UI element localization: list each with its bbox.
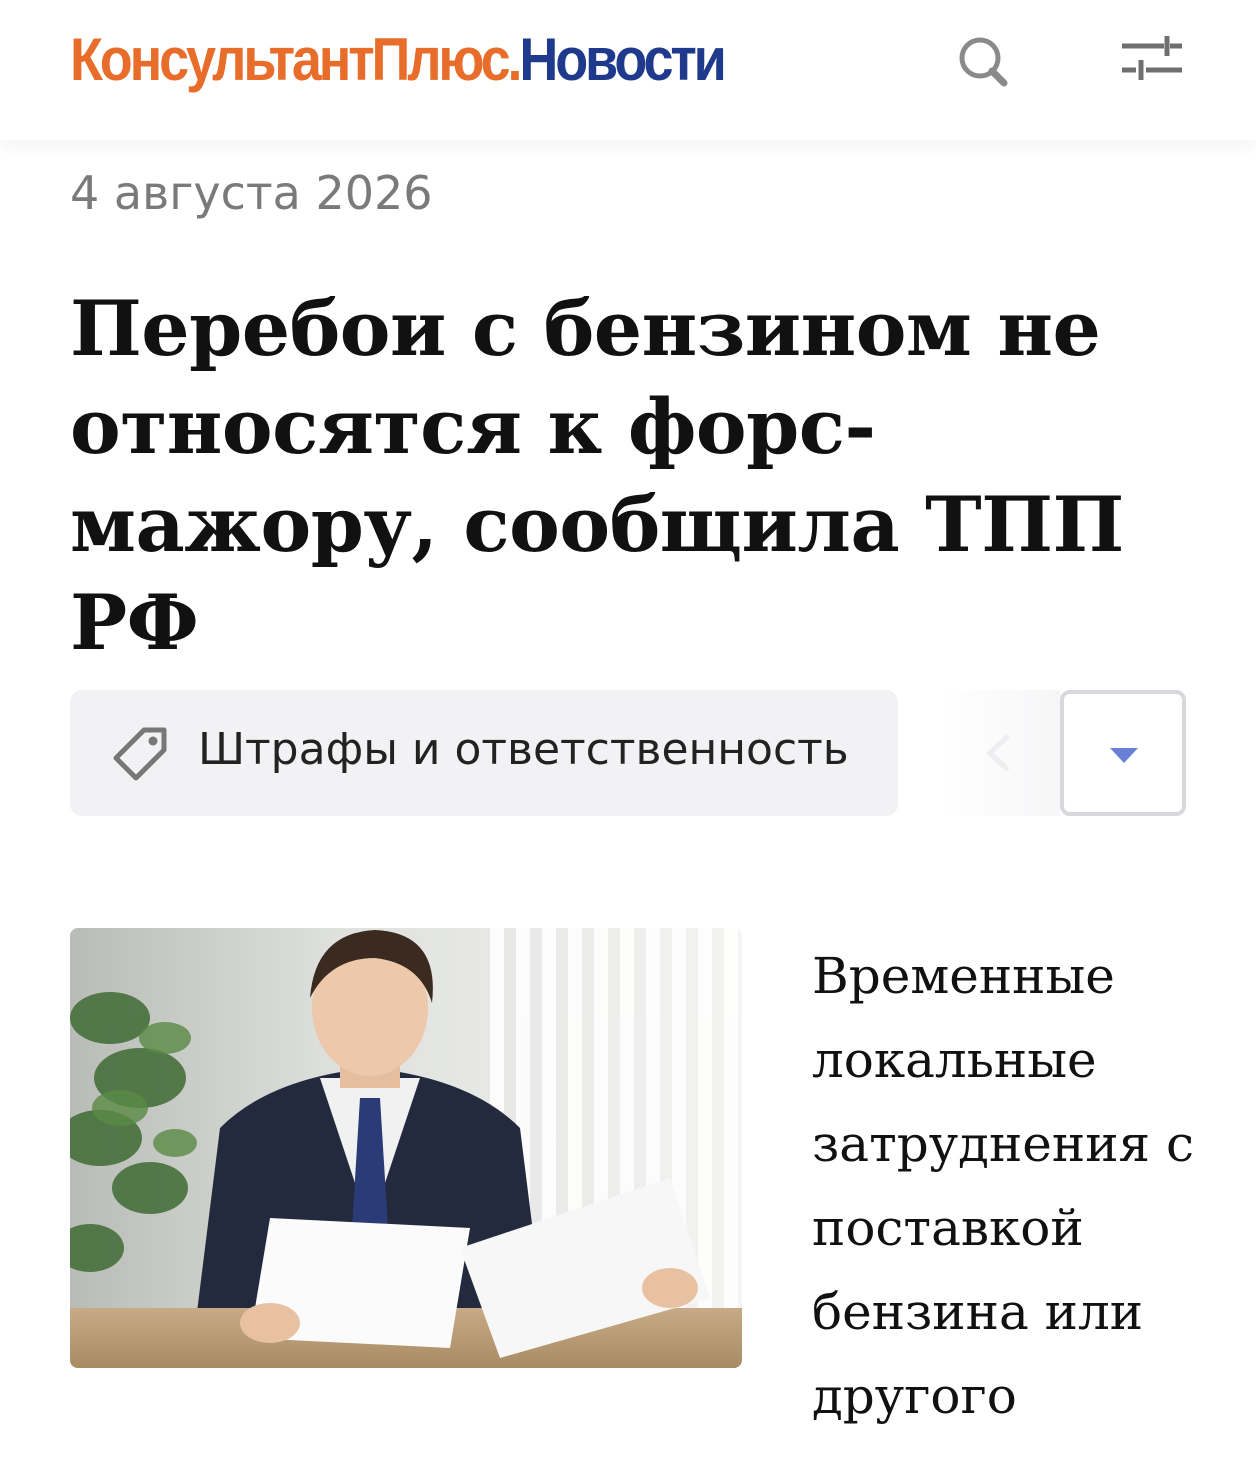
article-lead: Временные локальные затруднения с постав… xyxy=(812,947,1194,1425)
logo-dot: . xyxy=(507,26,523,93)
tags-dropdown-button[interactable] xyxy=(1060,690,1186,816)
site-logo[interactable]: КонсультантПлюс.Новости xyxy=(70,20,727,100)
article-photo xyxy=(70,928,742,1368)
caret-down-icon xyxy=(1110,748,1138,763)
tag-icon xyxy=(113,727,167,781)
top-bar: КонсультантПлюс.Новости xyxy=(0,0,1256,140)
sliders-icon[interactable] xyxy=(1112,28,1192,92)
tag-chip-fines[interactable]: Штрафы и ответственность xyxy=(70,690,898,816)
search-icon[interactable] xyxy=(950,30,1016,90)
logo-section: Новости xyxy=(519,26,727,93)
tag-label: Штрафы и ответственность xyxy=(198,724,849,775)
article-date: 4 августа 2026 xyxy=(70,166,433,220)
tags-prev-button[interactable] xyxy=(940,690,1060,816)
chevron-left-icon xyxy=(986,734,1010,772)
logo-brand: КонсультантПлюс xyxy=(70,26,511,93)
article-title: Перебои с бензином не относятся к форс-м… xyxy=(70,284,1124,667)
